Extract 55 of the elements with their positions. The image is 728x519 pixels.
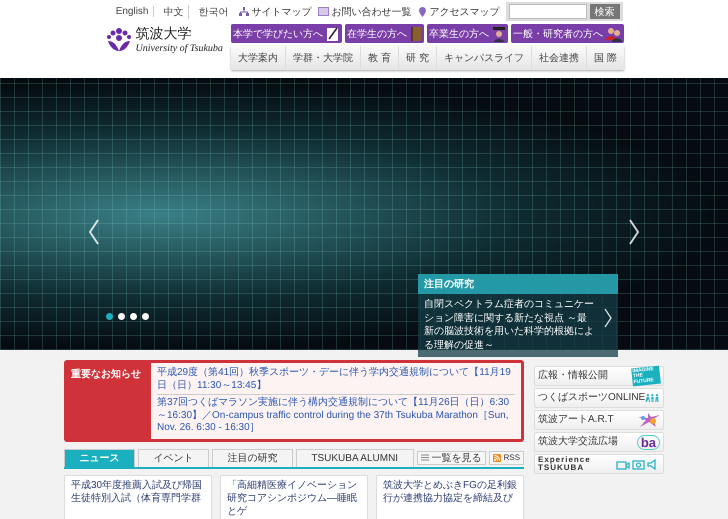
audience-button[interactable]: 卒業生の方へ bbox=[426, 24, 508, 43]
language-link[interactable]: 한국어 bbox=[194, 4, 232, 18]
logo-title[interactable]: 筑波大学 bbox=[136, 25, 223, 43]
list-icon bbox=[420, 454, 429, 461]
rss-icon bbox=[492, 454, 501, 462]
news-card[interactable]: 平成30年度推薦入試及び帰国生徒特別入試（体育専門学群 bbox=[64, 474, 212, 519]
nav-item[interactable]: 大学案内 bbox=[230, 46, 286, 70]
audience-button[interactable]: 本学で学びたい方へ bbox=[230, 24, 342, 43]
map-pin-icon bbox=[418, 6, 426, 16]
slide-dot[interactable] bbox=[142, 313, 149, 320]
utility-link[interactable]: お問い合わせ一覧 bbox=[318, 4, 412, 18]
banner-link[interactable]: つくばスポーツONLINE bbox=[534, 388, 664, 408]
nav-item[interactable]: 教 育 bbox=[361, 46, 399, 70]
news-tab[interactable]: イベント bbox=[138, 448, 209, 466]
people-icon bbox=[606, 26, 622, 42]
audience-button[interactable]: 一般・研究者の方へ bbox=[510, 24, 624, 43]
search-button[interactable]: 検索 bbox=[590, 4, 620, 19]
ba-logo: ba bbox=[636, 434, 660, 450]
news-tab[interactable]: TSUKUBA ALUMNI bbox=[296, 448, 414, 466]
nav-item[interactable]: 社会連携 bbox=[532, 46, 588, 70]
audience-button[interactable]: 在学生の方へ bbox=[344, 24, 424, 43]
rss-button[interactable]: RSS bbox=[488, 450, 524, 464]
news-tab[interactable]: 注目の研究 bbox=[212, 448, 293, 466]
utility-link[interactable]: サイトマップ bbox=[238, 4, 312, 18]
nav-item[interactable]: 学群・大学院 bbox=[286, 46, 362, 70]
caption-title: 注目の研究 bbox=[418, 274, 618, 294]
slide-dot[interactable] bbox=[118, 313, 125, 320]
slide-dot[interactable] bbox=[106, 313, 113, 320]
news-card[interactable]: 「高細精医療イノベーション研究コアシンポジウム―睡眠とゲ bbox=[220, 474, 368, 519]
caption-text[interactable]: 自閉スペクトラム症者のコミュニケーション障害に関する新たな視点 ～最新の脳波技術を用いた科学的根拠による理解の促進～ bbox=[418, 294, 600, 357]
nav-item[interactable]: 国 際 bbox=[587, 46, 624, 70]
slide-dot[interactable] bbox=[130, 313, 137, 320]
sitemap-icon bbox=[238, 6, 248, 16]
color-splash-icon bbox=[636, 412, 660, 428]
notice-label: 重要なお知らせ bbox=[70, 368, 142, 382]
banner-link[interactable]: Experience TSUKUBA bbox=[534, 454, 664, 474]
graduate-icon bbox=[492, 26, 506, 42]
runners-icon bbox=[645, 391, 660, 405]
search-field[interactable] bbox=[508, 4, 586, 19]
utility-link[interactable]: アクセスマップ bbox=[418, 4, 500, 18]
language-link[interactable]: English bbox=[112, 6, 154, 17]
banner-link[interactable]: 筑波アートA.R.T bbox=[534, 410, 664, 430]
list-button[interactable]: 一覧を見る bbox=[416, 450, 486, 464]
news-card[interactable]: 筑波大学とめぶきFGの足利銀行が連携協力協定を締結及び bbox=[376, 474, 524, 519]
nav-item[interactable]: キャンパスライフ bbox=[436, 46, 532, 70]
mail-icon bbox=[318, 7, 328, 16]
logo-subtitle[interactable]: University of Tsukuba bbox=[136, 43, 223, 54]
notice-link[interactable]: 第37回つくばマラソン実施に伴う構内交通規制について【11月26日（日）6:30～16:30】／On-campus traffic control during the 37th Tsukuba Marathon［Sun, Nov. 26. 6:30 - 16:30］ bbox=[157, 395, 515, 436]
paulownia-emblem-icon bbox=[106, 26, 132, 52]
language-link[interactable]: 中文 bbox=[160, 4, 188, 18]
banner-link[interactable]: 筑波大学交流広場 ba bbox=[534, 432, 664, 452]
book-icon bbox=[410, 26, 422, 42]
notice-link[interactable]: 平成29度（第41回）秋季スポーツ・デーに伴う学内交通規制について【11月19日（日）11:30～13:45】 bbox=[157, 365, 515, 395]
pen-icon bbox=[326, 26, 340, 42]
nav-item[interactable]: 研 究 bbox=[398, 46, 437, 70]
